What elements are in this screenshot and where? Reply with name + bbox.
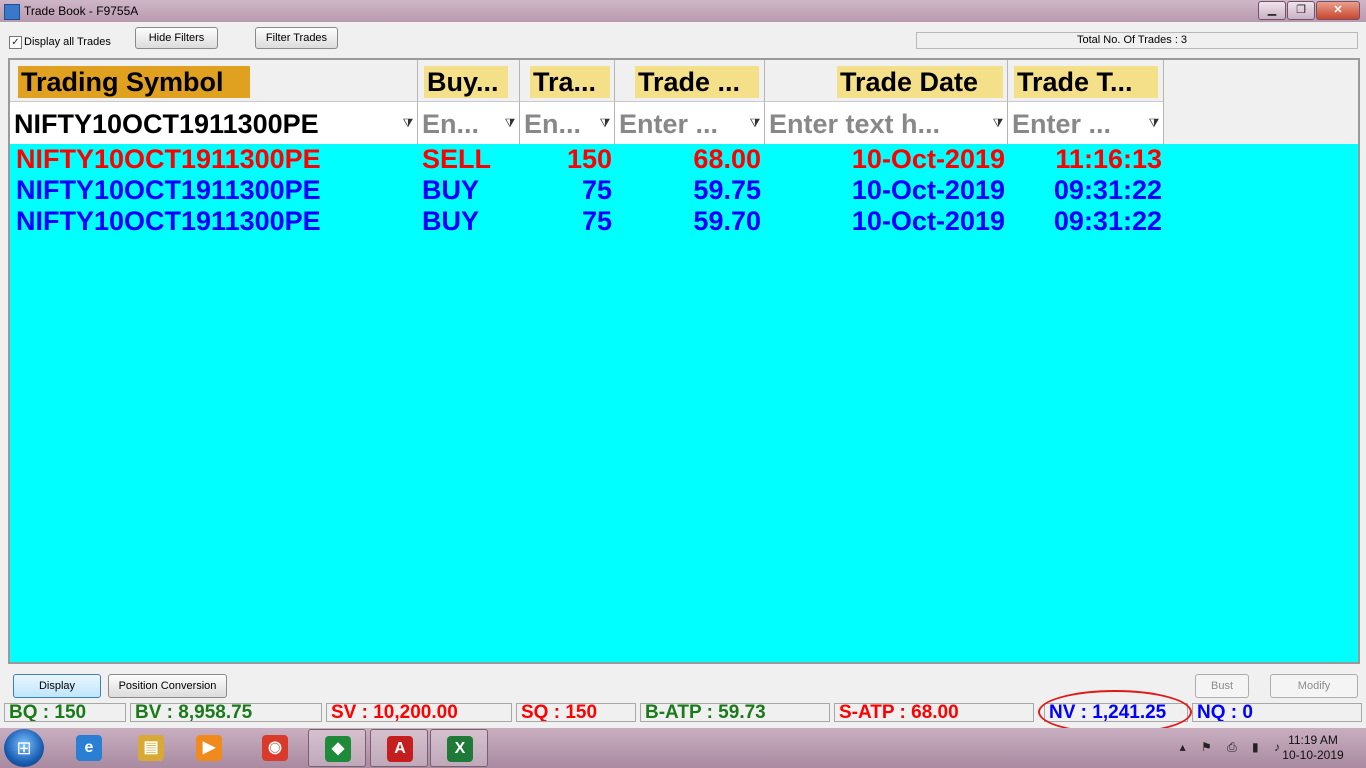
acrobat-icon: A [387,736,413,762]
cell-qty: 75 [581,206,612,236]
filter-input-buy-sell[interactable]: En... ⧩ [418,102,520,144]
filter-funnel-icon[interactable]: ⧩ [1148,116,1160,130]
cell-date: 10-Oct-2019 [851,144,1005,174]
toolbar: ✓ Display all Trades Hide Filters Filter… [0,24,1366,56]
taskbar-item-ie[interactable]: e [60,729,118,767]
modify-button[interactable]: Modify [1270,674,1358,698]
cell-price: 68.00 [693,144,761,174]
taskbar-item-media-player[interactable]: ▶ [180,729,238,767]
batp-status: B-ATP : 59.73 [640,703,830,722]
column-header-trade-price[interactable]: Trade ... [615,60,765,102]
trade-grid: Trading Symbol NIFTY10OCT1911300PE ⧩ Buy...… [8,58,1360,664]
filter-funnel-icon[interactable]: ⧩ [992,116,1004,130]
hide-filters-button[interactable]: Hide Filters [135,27,218,49]
cell-time: 11:16:13 [1055,144,1162,174]
nq-status: NQ : 0 [1192,703,1362,722]
filter-input-trade-date[interactable]: Enter text h... ⧩ [765,102,1008,144]
window-title: Trade Book - F9755A [24,4,139,18]
app-icon [4,4,20,20]
cell-time: 09:31:22 [1053,175,1162,205]
cell-date: 10-Oct-2019 [851,175,1005,205]
position-conversion-button[interactable]: Position Conversion [108,674,227,698]
sq-status: SQ : 150 [516,703,636,722]
filter-text: Enter text h... [769,109,941,139]
ie-icon: e [76,735,102,761]
system-tray[interactable]: ▴ ⚑ ⎙ ▮ ♪ [1180,740,1286,755]
cell-time: 09:31:22 [1053,206,1162,236]
column-header-label: Trade T... [1014,66,1158,98]
filter-text: Enter ... [619,109,719,139]
taskbar-clock[interactable]: 11:19 AM 10-10-2019 [1278,733,1348,763]
cell-side: BUY [422,206,480,236]
clock-date: 10-10-2019 [1282,748,1344,762]
filter-text: En... [524,109,582,139]
cell-symbol: NIFTY10OCT1911300PE [16,175,321,205]
column-header-label: Trading Symbol [18,66,250,98]
media-player-icon: ▶ [196,735,222,761]
table-row[interactable]: NIFTY10OCT1911300PE BUY 75 59.75 10-Oct-2019… [10,175,1358,206]
filter-funnel-icon[interactable]: ⧩ [402,116,414,130]
close-button[interactable]: ✕ [1316,1,1360,20]
column-header-label: Trade Date [837,66,1003,98]
window-controls: ▁ ❐ ✕ [1258,1,1360,20]
maximize-button[interactable]: ❐ [1287,1,1315,20]
filter-input-trade-time[interactable]: Enter ... ⧩ [1008,102,1164,144]
cell-price: 59.75 [693,175,761,205]
grid-header: Trading Symbol NIFTY10OCT1911300PE ⧩ Buy...… [10,60,1358,144]
column-header-trade-qty[interactable]: Tra... [520,60,615,102]
taskbar: ⊞ e ▤ ▶ ◉ ◆ A X ▴ ⚑ ⎙ ▮ ♪ 11:19 AM 10-10-2019 [0,728,1366,768]
table-row[interactable]: NIFTY10OCT1911300PE SELL 150 68.00 10-Oct-20… [10,144,1358,175]
column-header-label: Buy... [424,66,508,98]
taskbar-item-chrome[interactable]: ◉ [246,729,304,767]
filter-text: NIFTY10OCT1911300PE [14,109,319,139]
filter-text: En... [422,109,480,139]
cell-side: SELL [422,144,492,174]
display-all-label: Display all Trades [24,36,111,48]
filter-text: Enter ... [1012,109,1112,139]
excel-icon: X [447,736,473,762]
table-row[interactable]: NIFTY10OCT1911300PE BUY 75 59.70 10-Oct-2019… [10,206,1358,237]
clock-time: 11:19 AM [1288,733,1338,747]
taskbar-item-acrobat[interactable]: A [370,729,428,767]
column-header-buy-sell[interactable]: Buy... [418,60,520,102]
windows-logo-icon: ⊞ [16,738,32,758]
filter-funnel-icon[interactable]: ⧩ [599,116,611,130]
column-header-label: Trade ... [635,66,759,98]
bv-status: BV : 8,958.75 [130,703,322,722]
filter-trades-button[interactable]: Filter Trades [255,27,338,49]
filter-input-trade-price[interactable]: Enter ... ⧩ [615,102,765,144]
display-button[interactable]: Display [13,674,101,698]
chrome-icon: ◉ [262,735,288,761]
trading-app-icon: ◆ [325,736,351,762]
filter-funnel-icon[interactable]: ⧩ [504,116,516,130]
filter-funnel-icon[interactable]: ⧩ [749,116,761,130]
column-header-label: Tra... [530,66,610,98]
bq-status: BQ : 150 [4,703,126,722]
cell-qty: 150 [566,144,612,174]
start-button[interactable]: ⊞ [4,729,44,767]
column-header-trade-time[interactable]: Trade T... [1008,60,1164,102]
cell-price: 59.70 [693,206,761,236]
total-trades-text: Total No. Of Trades : 3 [1077,34,1188,46]
cell-symbol: NIFTY10OCT1911300PE [16,144,321,174]
satp-status: S-ATP : 68.00 [834,703,1034,722]
total-trades-box: Total No. Of Trades : 3 [916,32,1358,49]
taskbar-item-excel[interactable]: X [430,729,488,767]
bust-button[interactable]: Bust [1195,674,1249,698]
cell-side: BUY [422,175,480,205]
cell-symbol: NIFTY10OCT1911300PE [16,206,321,236]
taskbar-item-explorer[interactable]: ▤ [122,729,180,767]
filter-input-trading-symbol[interactable]: NIFTY10OCT1911300PE ⧩ [10,102,418,144]
explorer-icon: ▤ [138,735,164,761]
filter-input-trade-qty[interactable]: En... ⧩ [520,102,615,144]
cell-date: 10-Oct-2019 [851,206,1005,236]
title-bar: Trade Book - F9755A ▁ ❐ ✕ [0,0,1366,22]
column-header-trading-symbol[interactable]: Trading Symbol [10,60,418,102]
display-all-checkbox[interactable]: ✓ [9,36,22,49]
sv-status: SV : 10,200.00 [326,703,512,722]
taskbar-item-trading-app[interactable]: ◆ [308,729,366,767]
minimize-button[interactable]: ▁ [1258,1,1286,20]
column-header-trade-date[interactable]: Trade Date [765,60,1008,102]
cell-qty: 75 [581,175,612,205]
